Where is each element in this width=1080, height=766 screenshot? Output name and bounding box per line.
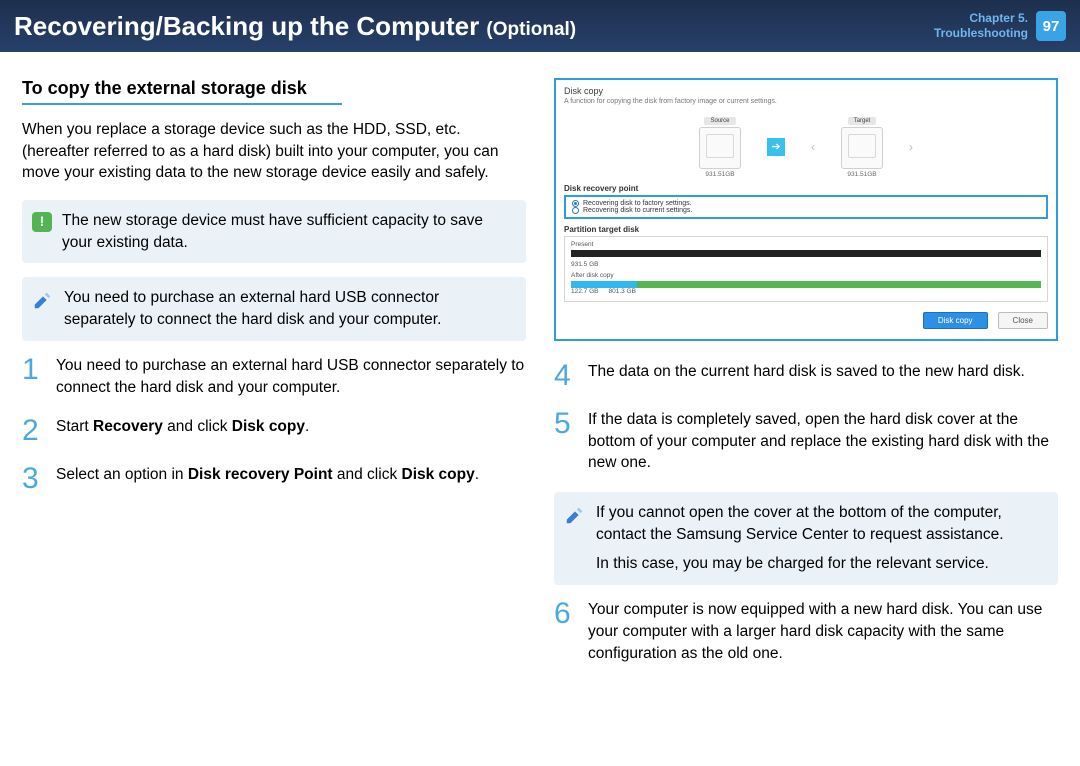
dialog-subtitle: A function for copying the disk from fac… (564, 98, 1048, 105)
note-usb-text: You need to purchase an external hard US… (64, 287, 512, 330)
option-factory-label: Recovering disk to factory settings. (583, 200, 692, 207)
right-column: Disk copy A function for copying the dis… (554, 78, 1058, 682)
source-drive: Source 931.51GB (699, 115, 741, 178)
recovery-point-options: Recovering disk to factory settings. Rec… (564, 195, 1048, 219)
step-number: 2 (22, 416, 44, 446)
step-number: 3 (22, 464, 44, 494)
step-2-text: Start Recovery and click Disk copy. (56, 416, 309, 446)
section-underline (22, 103, 342, 105)
note-icon (32, 289, 54, 311)
step-number: 5 (554, 409, 576, 474)
note-service-center: If you cannot open the cover at the bott… (554, 492, 1058, 585)
partition-box: Present 931.5 GB After disk copy 122.7 G… (564, 236, 1048, 302)
note-icon (564, 504, 586, 526)
alert-icon: ! (32, 212, 52, 232)
target-size: 931.51GB (841, 171, 883, 178)
step-1: 1 You need to purchase an external hard … (22, 355, 526, 398)
step-4: 4 The data on the current hard disk is s… (554, 361, 1058, 391)
step-number: 6 (554, 599, 576, 664)
chapter-line2: Troubleshooting (934, 26, 1028, 41)
option-factory[interactable]: Recovering disk to factory settings. (572, 200, 1040, 207)
chapter-block: Chapter 5. Troubleshooting (934, 11, 1028, 41)
present-size: 931.5 GB (571, 261, 1041, 268)
radio-icon (572, 200, 579, 207)
step-4-text: The data on the current hard disk is sav… (588, 361, 1025, 391)
step-number: 1 (22, 355, 44, 398)
target-drive: Target 931.51GB (841, 115, 883, 178)
partition-label: Partition target disk (564, 225, 1048, 234)
after-bar (571, 281, 1041, 288)
after-size-a: 122.7 GB (571, 288, 598, 295)
dialog-title: Disk copy (564, 86, 1048, 96)
present-bar (571, 250, 1041, 257)
note-usb-connector: You need to purchase an external hard US… (22, 277, 526, 340)
step-6-text: Your computer is now equipped with a new… (588, 599, 1058, 664)
disk-copy-button[interactable]: Disk copy (923, 312, 988, 329)
hdd-icon (699, 127, 741, 169)
arrow-right-icon: ➔ (767, 138, 785, 156)
step-5-text: If the data is completely saved, open th… (588, 409, 1058, 474)
drive-row: Source 931.51GB ➔ ‹ Target 931.51GB › (564, 115, 1048, 178)
after-size-b: 801.3 GB (608, 288, 635, 295)
target-tag: Target (848, 117, 877, 125)
after-label: After disk copy (571, 272, 1041, 279)
chapter-line1: Chapter 5. (934, 11, 1028, 26)
step-6: 6 Your computer is now equipped with a n… (554, 599, 1058, 664)
step-5: 5 If the data is completely saved, open … (554, 409, 1058, 474)
title-main: Recovering/Backing up the Computer (14, 11, 479, 41)
page-number-badge: 97 (1036, 11, 1066, 41)
option-current[interactable]: Recovering disk to current settings. (572, 207, 1040, 214)
note-capacity-text: The new storage device must have suffici… (62, 210, 512, 253)
option-current-label: Recovering disk to current settings. (583, 207, 692, 214)
source-tag: Source (704, 117, 735, 125)
intro-paragraph: When you replace a storage device such a… (22, 119, 526, 184)
title-optional: (Optional) (486, 19, 576, 40)
note-service-text: If you cannot open the cover at the bott… (596, 502, 1044, 575)
chevron-left-icon[interactable]: ‹ (811, 140, 815, 154)
page-title: Recovering/Backing up the Computer (Opti… (14, 11, 576, 42)
disk-copy-dialog: Disk copy A function for copying the dis… (554, 78, 1058, 341)
section-heading: To copy the external storage disk (22, 78, 526, 99)
step-3-text: Select an option in Disk recovery Point … (56, 464, 479, 494)
hdd-icon (841, 127, 883, 169)
recovery-point-label: Disk recovery point (564, 184, 1048, 193)
left-column: To copy the external storage disk When y… (22, 78, 526, 682)
note-capacity: ! The new storage device must have suffi… (22, 200, 526, 263)
step-1-text: You need to purchase an external hard US… (56, 355, 526, 398)
present-label: Present (571, 241, 1041, 248)
step-3: 3 Select an option in Disk recovery Poin… (22, 464, 526, 494)
close-button[interactable]: Close (998, 312, 1048, 329)
radio-icon (572, 207, 579, 214)
step-2: 2 Start Recovery and click Disk copy. (22, 416, 526, 446)
chevron-right-icon[interactable]: › (909, 140, 913, 154)
step-number: 4 (554, 361, 576, 391)
source-size: 931.51GB (699, 171, 741, 178)
page-header: Recovering/Backing up the Computer (Opti… (0, 0, 1080, 52)
